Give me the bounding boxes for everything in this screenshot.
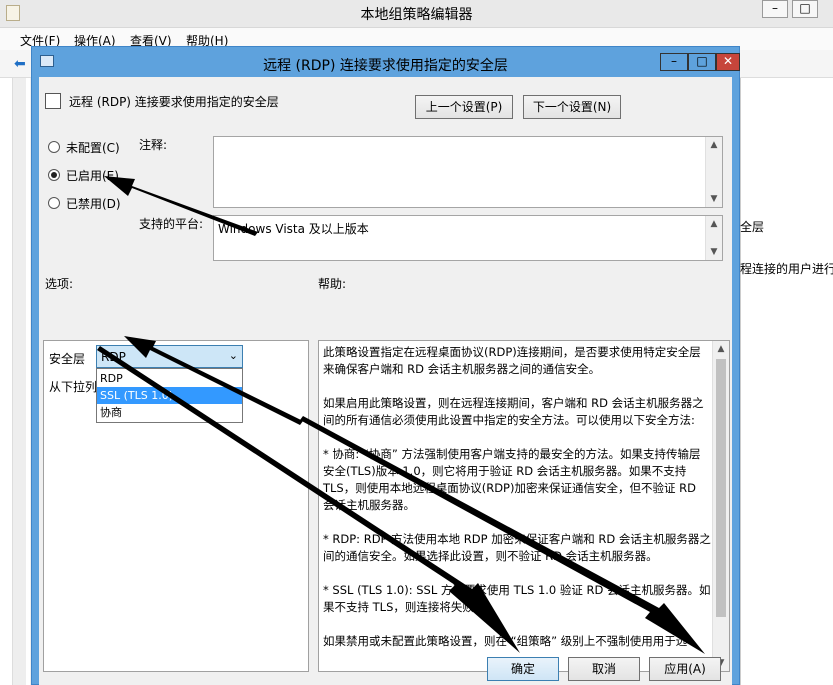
dialog-maximize-icon[interactable]: □	[688, 53, 716, 71]
radio-not-configured-circle[interactable]	[48, 141, 60, 153]
radio-not-configured[interactable]: 未配置(C)	[48, 139, 120, 155]
back-arrow-icon[interactable]: ⬅	[14, 56, 30, 72]
radio-disabled-circle[interactable]	[48, 197, 60, 209]
supported-platform-label: 支持的平台:	[139, 217, 204, 231]
help-paragraph: 此策略设置指定在远程桌面协议(RDP)连接期间，是否要求使用特定安全层来确保客户…	[323, 345, 701, 376]
scroll-up-icon[interactable]: ▲	[713, 341, 729, 357]
supported-platform-value: Windows Vista 及以上版本	[218, 222, 369, 236]
security-layer-dropdown: RDP SSL (TLS 1.0) 协商	[96, 368, 243, 423]
chevron-down-icon[interactable]: ⌄	[229, 349, 238, 362]
scroll-down-icon[interactable]: ▼	[706, 191, 722, 207]
radio-enabled-label: 已启用(E)	[66, 168, 119, 183]
radio-disabled-label: 已禁用(D)	[66, 196, 121, 211]
security-layer-select[interactable]: RDP ⌄	[96, 345, 243, 368]
main-window-title: 本地组策略编辑器	[360, 7, 473, 23]
scroll-up-icon[interactable]: ▲	[706, 216, 722, 232]
minimize-icon[interactable]: –	[762, 0, 788, 18]
details-text-2: 程连接的用户进行	[740, 262, 833, 276]
scroll-down-icon[interactable]: ▼	[706, 244, 722, 260]
help-label: 帮助:	[318, 277, 347, 291]
supported-scrollbar[interactable]: ▲ ▼	[705, 216, 722, 260]
option-ssl[interactable]: SSL (TLS 1.0)	[97, 387, 242, 404]
dialog-minimize-icon[interactable]: –	[660, 53, 688, 71]
details-pane	[740, 78, 833, 685]
help-paragraph: 如果禁用或未配置此策略设置，则在 “组策略” 级别上不强制使用用于远	[323, 634, 688, 648]
main-titlebar: 本地组策略编辑器 – □	[0, 0, 833, 28]
help-text: 此策略设置指定在远程桌面协议(RDP)连接期间，是否要求使用特定安全层来确保客户…	[323, 344, 711, 667]
comment-label: 注释:	[139, 138, 168, 152]
scroll-up-icon[interactable]: ▲	[706, 137, 722, 153]
help-scrollbar[interactable]: ▲ ▼	[712, 341, 729, 671]
help-paragraph: * SSL (TLS 1.0): SSL 方法要求使用 TLS 1.0 验证 R…	[323, 583, 711, 614]
radio-enabled-circle[interactable]	[48, 169, 60, 181]
radio-enabled[interactable]: 已启用(E)	[48, 167, 119, 183]
previous-setting-button[interactable]: 上一个设置(P)	[415, 95, 513, 119]
dialog-client: 远程 (RDP) 连接要求使用指定的安全层 上一个设置(P) 下一个设置(N) …	[39, 77, 732, 685]
apply-button[interactable]: 应用(A)	[649, 657, 721, 681]
supported-platform-box: Windows Vista 及以上版本 ▲ ▼	[213, 215, 723, 261]
tree-scrollbar[interactable]	[12, 78, 26, 685]
policy-dialog: 远程 (RDP) 连接要求使用指定的安全层 – □ ✕ 远程 (RDP) 连接要…	[31, 46, 740, 685]
options-panel: 安全层 从下拉列 RDP ⌄ RDP SSL (TLS 1.0) 协商	[43, 340, 309, 672]
ok-button[interactable]: 确定	[487, 657, 559, 681]
security-layer-value: RDP	[101, 350, 126, 364]
details-text-1: 全层	[740, 220, 765, 234]
help-paragraph: * 协商: “协商” 方法强制使用客户端支持的最安全的方法。如果支持传输层安全(…	[323, 447, 701, 512]
help-paragraph: 如果启用此策略设置，则在远程连接期间，客户端和 RD 会话主机服务器之间的所有通…	[323, 396, 704, 427]
dropdown-hint-text: 从下拉列	[49, 380, 98, 394]
radio-disabled[interactable]: 已禁用(D)	[48, 195, 121, 211]
policy-header-title: 远程 (RDP) 连接要求使用指定的安全层	[69, 95, 279, 109]
help-paragraph: * RDP: RDP 方法使用本地 RDP 加密来保证客户端和 RD 会话主机服…	[323, 532, 711, 563]
maximize-icon[interactable]: □	[792, 0, 818, 18]
policy-header-icon	[45, 93, 61, 109]
option-negotiate[interactable]: 协商	[97, 404, 242, 421]
comment-scrollbar[interactable]: ▲ ▼	[705, 137, 722, 207]
help-panel: 此策略设置指定在远程桌面协议(RDP)连接期间，是否要求使用特定安全层来确保客户…	[318, 340, 730, 672]
comment-textbox[interactable]: ▲ ▼	[213, 136, 723, 208]
option-rdp[interactable]: RDP	[97, 370, 242, 387]
radio-not-configured-label: 未配置(C)	[66, 140, 120, 155]
next-setting-button[interactable]: 下一个设置(N)	[523, 95, 621, 119]
security-layer-label: 安全层	[49, 352, 86, 366]
dialog-close-icon[interactable]: ✕	[716, 53, 740, 71]
dialog-titlebar: 远程 (RDP) 连接要求使用指定的安全层 – □ ✕	[32, 47, 740, 77]
cancel-button[interactable]: 取消	[568, 657, 640, 681]
dialog-title: 远程 (RDP) 连接要求使用指定的安全层	[263, 58, 508, 74]
options-label: 选项:	[45, 277, 74, 291]
help-scroll-thumb[interactable]	[716, 359, 726, 617]
